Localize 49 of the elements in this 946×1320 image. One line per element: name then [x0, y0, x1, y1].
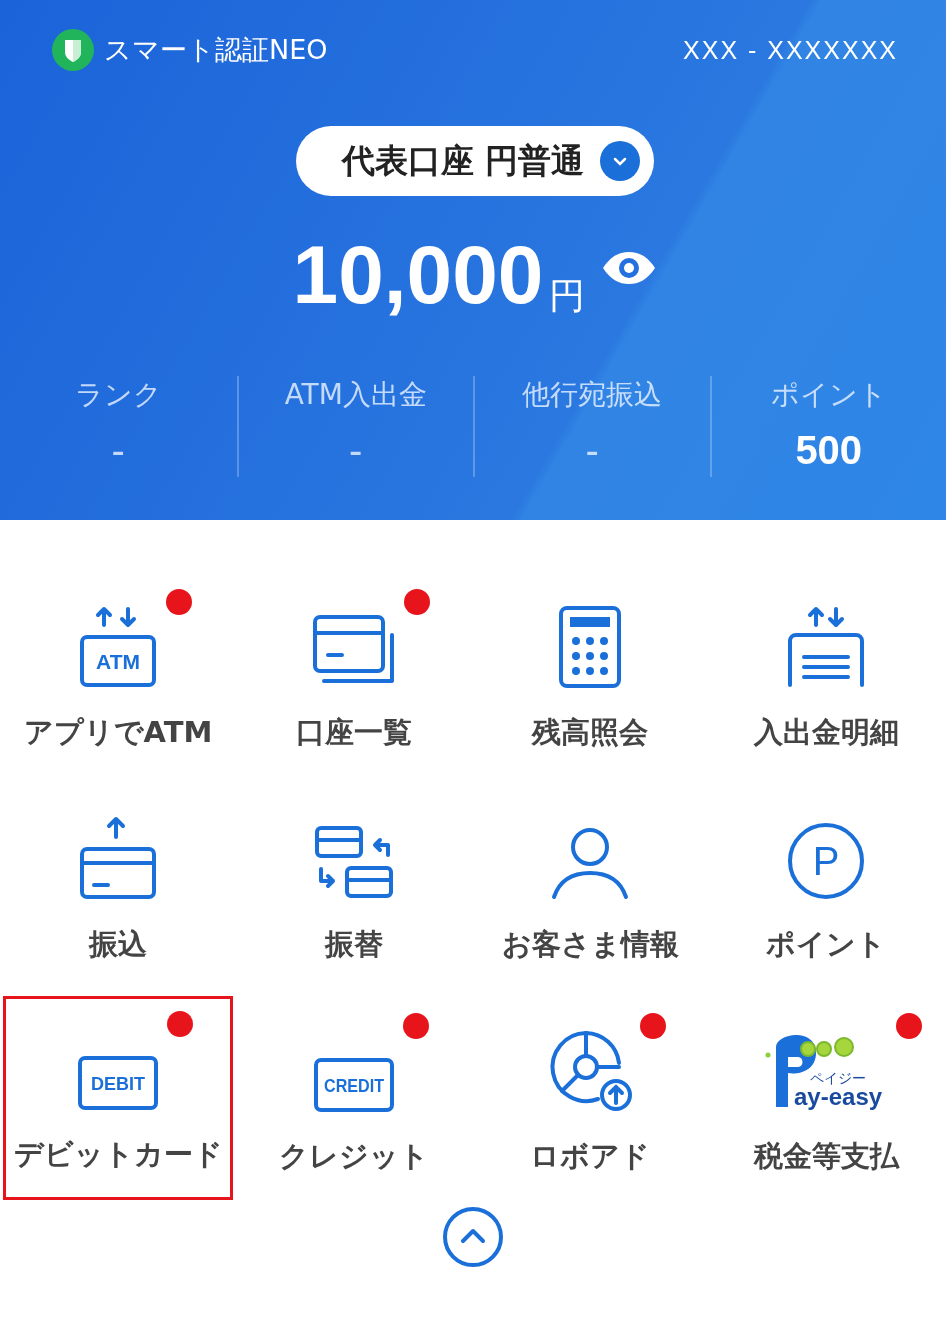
shield-icon: [52, 29, 94, 71]
menu-label: ポイント: [766, 926, 886, 963]
menu-label: ロボアド: [530, 1138, 650, 1175]
card-icon: CREDIT: [313, 1057, 395, 1113]
menu-label: アプリでATM: [23, 714, 213, 751]
menu-item[interactable]: 残高照会: [475, 576, 705, 788]
calculator-icon: [558, 605, 622, 689]
account-selector[interactable]: 代表口座 円普通: [295, 126, 655, 196]
chevron-down-icon: [600, 141, 641, 181]
app-name: スマート認証NEO: [104, 33, 328, 67]
menu-label: 残高照会: [532, 714, 648, 751]
stat-value: -: [585, 428, 599, 473]
menu-label: デビットカード: [13, 1136, 223, 1173]
point-icon: P: [786, 821, 866, 901]
menu-item[interactable]: P ポイント: [711, 788, 941, 1000]
stat-value: -: [349, 428, 363, 473]
menu-label: 入出金明細: [753, 714, 899, 751]
menu-item[interactable]: 口座一覧: [239, 576, 469, 788]
menu-item[interactable]: ATM アプリでATM: [3, 576, 233, 788]
menu-label: 振込: [89, 926, 147, 963]
menu-label: お客さま情報: [501, 926, 679, 963]
chevron-up-button[interactable]: [442, 1206, 504, 1268]
stat-label: ランク: [74, 377, 162, 413]
menu-item[interactable]: DEBIT デビットカード: [3, 996, 233, 1200]
menu-item[interactable]: 入出金明細: [711, 576, 941, 788]
card-swap-icon: [314, 825, 394, 901]
stat-value: -: [111, 428, 125, 473]
menu-item[interactable]: ロボアド: [475, 1000, 705, 1212]
card-upload-icon: [78, 815, 158, 901]
menu-item[interactable]: CREDIT クレジット: [239, 1000, 469, 1212]
stat-label: ポイント: [770, 377, 887, 413]
stat-value: 500: [795, 428, 863, 473]
menu-label: クレジット: [279, 1138, 429, 1175]
currency-unit: 円: [549, 278, 586, 314]
account-number: XXX - XXXXXXX: [683, 35, 898, 65]
card-icon: DEBIT: [77, 1055, 159, 1111]
stat-label: ATM入出金: [284, 377, 427, 413]
pay-easy-logo: ペイジー ay-easy: [764, 1027, 888, 1113]
eye-icon[interactable]: [601, 250, 658, 286]
menu-item[interactable]: ペイジー ay-easy 税金等支払: [711, 1000, 941, 1212]
menu-label: 税金等支払: [753, 1138, 899, 1175]
person-icon: [550, 827, 630, 901]
menu-label: 口座一覧: [296, 714, 412, 751]
menu-item[interactable]: お客さま情報: [475, 788, 705, 1000]
chart-upload-icon: [548, 1029, 632, 1113]
menu-label: 振替: [325, 926, 383, 963]
menu-item[interactable]: 振替: [239, 788, 469, 1000]
stat-label: 他行宛振込: [522, 377, 663, 413]
balance-amount: 10,000: [292, 234, 544, 316]
